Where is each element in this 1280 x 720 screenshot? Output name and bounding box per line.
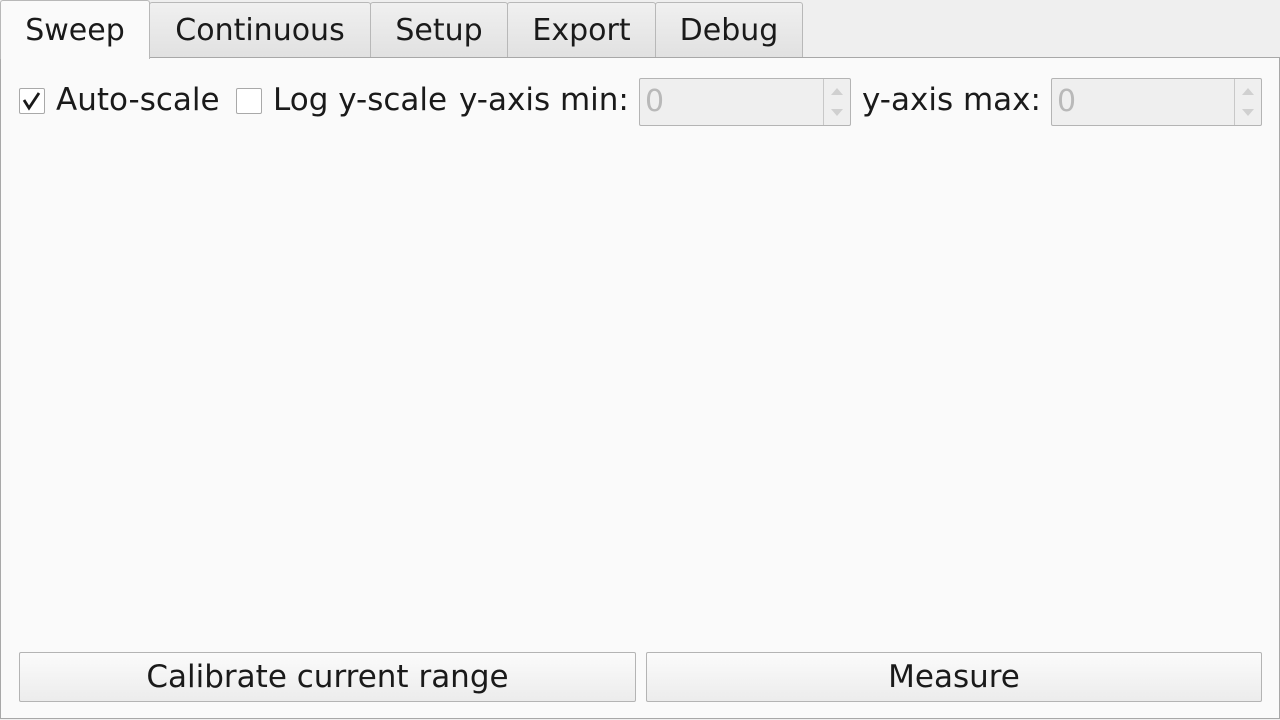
ymax-label: y-axis max: (862, 82, 1041, 118)
checkmark-icon (22, 92, 41, 111)
tab-sweep[interactable]: Sweep (0, 0, 150, 59)
ymin-spin-buttons (823, 79, 850, 125)
sweep-panel: Auto-scale Log y-scale y-axis min: 0 y-a… (0, 57, 1280, 719)
plot-area (1, 148, 1279, 643)
measure-button[interactable]: Measure (646, 652, 1262, 702)
autoscale-checkbox[interactable] (19, 88, 45, 114)
log-yscale-label: Log y-scale (273, 82, 448, 118)
calibrate-button[interactable]: Calibrate current range (19, 652, 636, 702)
plot-options-row: Auto-scale Log y-scale y-axis min: 0 y-a… (1, 58, 1279, 148)
ymin-label: y-axis min: (459, 82, 629, 118)
ymin-spinbox[interactable]: 0 (639, 78, 851, 126)
autoscale-label: Auto-scale (56, 82, 220, 118)
tab-continuous[interactable]: Continuous (149, 2, 371, 57)
tab-debug[interactable]: Debug (655, 2, 803, 57)
ymax-spinbox[interactable]: 0 (1051, 78, 1262, 126)
tab-export[interactable]: Export (507, 2, 656, 57)
log-yscale-checkbox[interactable] (236, 88, 262, 114)
tab-bar: Sweep Continuous Setup Export Debug (0, 0, 1280, 59)
spin-down-arrow-icon[interactable] (1241, 104, 1255, 122)
spin-up-arrow-icon[interactable] (830, 83, 844, 101)
spin-down-arrow-icon[interactable] (830, 104, 844, 122)
ymax-value: 0 (1057, 84, 1077, 119)
ymax-spin-buttons (1234, 79, 1261, 125)
tab-setup[interactable]: Setup (370, 2, 508, 57)
spin-up-arrow-icon[interactable] (1241, 83, 1255, 101)
ymin-value: 0 (645, 84, 665, 119)
